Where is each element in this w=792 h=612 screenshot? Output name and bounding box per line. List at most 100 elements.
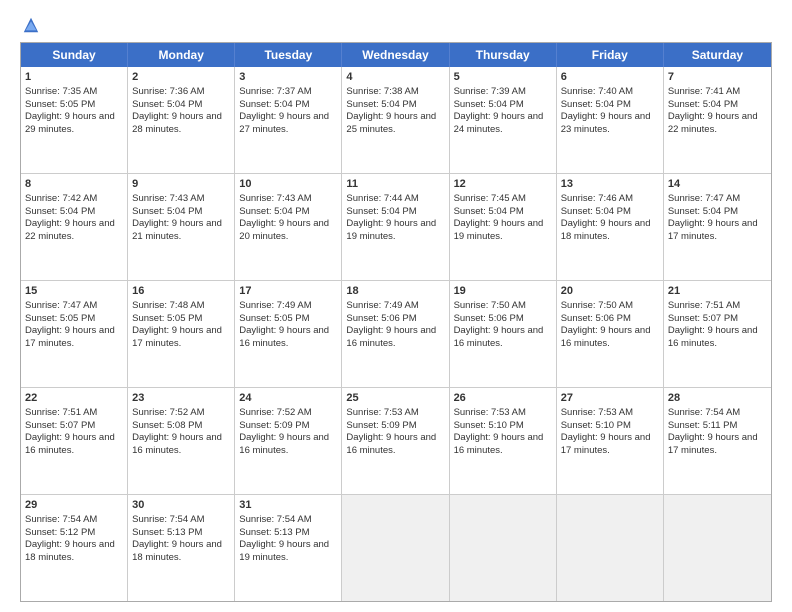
day-cell-28: 28Sunrise: 7:54 AM Sunset: 5:11 PM Dayli… (664, 388, 771, 494)
logo-icon (22, 16, 40, 34)
calendar-header: SundayMondayTuesdayWednesdayThursdayFrid… (21, 43, 771, 67)
day-number: 30 (132, 498, 230, 513)
sun-info: Sunrise: 7:36 AM Sunset: 5:04 PM Dayligh… (132, 86, 222, 135)
sun-info: Sunrise: 7:42 AM Sunset: 5:04 PM Dayligh… (25, 193, 115, 242)
day-cell-12: 12Sunrise: 7:45 AM Sunset: 5:04 PM Dayli… (450, 174, 557, 280)
day-cell-24: 24Sunrise: 7:52 AM Sunset: 5:09 PM Dayli… (235, 388, 342, 494)
day-number: 23 (132, 391, 230, 406)
sun-info: Sunrise: 7:39 AM Sunset: 5:04 PM Dayligh… (454, 86, 544, 135)
header-day-tuesday: Tuesday (235, 43, 342, 67)
page: SundayMondayTuesdayWednesdayThursdayFrid… (0, 0, 792, 612)
calendar-row-2: 8Sunrise: 7:42 AM Sunset: 5:04 PM Daylig… (21, 174, 771, 281)
day-number: 17 (239, 284, 337, 299)
sun-info: Sunrise: 7:49 AM Sunset: 5:06 PM Dayligh… (346, 300, 436, 349)
day-number: 15 (25, 284, 123, 299)
day-number: 9 (132, 177, 230, 192)
calendar-row-1: 1Sunrise: 7:35 AM Sunset: 5:05 PM Daylig… (21, 67, 771, 174)
header-day-friday: Friday (557, 43, 664, 67)
header-day-saturday: Saturday (664, 43, 771, 67)
sun-info: Sunrise: 7:54 AM Sunset: 5:12 PM Dayligh… (25, 514, 115, 563)
calendar: SundayMondayTuesdayWednesdayThursdayFrid… (21, 43, 771, 601)
sun-info: Sunrise: 7:50 AM Sunset: 5:06 PM Dayligh… (454, 300, 544, 349)
sun-info: Sunrise: 7:54 AM Sunset: 5:11 PM Dayligh… (668, 407, 758, 456)
calendar-row-5: 29Sunrise: 7:54 AM Sunset: 5:12 PM Dayli… (21, 495, 771, 601)
sun-info: Sunrise: 7:38 AM Sunset: 5:04 PM Dayligh… (346, 86, 436, 135)
sun-info: Sunrise: 7:51 AM Sunset: 5:07 PM Dayligh… (668, 300, 758, 349)
day-number: 14 (668, 177, 767, 192)
sun-info: Sunrise: 7:43 AM Sunset: 5:04 PM Dayligh… (132, 193, 222, 242)
day-number: 6 (561, 70, 659, 85)
day-cell-15: 15Sunrise: 7:47 AM Sunset: 5:05 PM Dayli… (21, 281, 128, 387)
sun-info: Sunrise: 7:37 AM Sunset: 5:04 PM Dayligh… (239, 86, 329, 135)
header (20, 16, 772, 34)
sun-info: Sunrise: 7:53 AM Sunset: 5:10 PM Dayligh… (454, 407, 544, 456)
day-cell-29: 29Sunrise: 7:54 AM Sunset: 5:12 PM Dayli… (21, 495, 128, 601)
day-cell-3: 3Sunrise: 7:37 AM Sunset: 5:04 PM Daylig… (235, 67, 342, 173)
sun-info: Sunrise: 7:49 AM Sunset: 5:05 PM Dayligh… (239, 300, 329, 349)
day-cell-8: 8Sunrise: 7:42 AM Sunset: 5:04 PM Daylig… (21, 174, 128, 280)
day-cell-22: 22Sunrise: 7:51 AM Sunset: 5:07 PM Dayli… (21, 388, 128, 494)
sun-info: Sunrise: 7:46 AM Sunset: 5:04 PM Dayligh… (561, 193, 651, 242)
empty-cell (557, 495, 664, 601)
day-cell-1: 1Sunrise: 7:35 AM Sunset: 5:05 PM Daylig… (21, 67, 128, 173)
day-cell-31: 31Sunrise: 7:54 AM Sunset: 5:13 PM Dayli… (235, 495, 342, 601)
day-number: 22 (25, 391, 123, 406)
day-number: 21 (668, 284, 767, 299)
day-cell-25: 25Sunrise: 7:53 AM Sunset: 5:09 PM Dayli… (342, 388, 449, 494)
calendar-body: 1Sunrise: 7:35 AM Sunset: 5:05 PM Daylig… (21, 67, 771, 601)
day-number: 26 (454, 391, 552, 406)
day-cell-11: 11Sunrise: 7:44 AM Sunset: 5:04 PM Dayli… (342, 174, 449, 280)
sun-info: Sunrise: 7:52 AM Sunset: 5:08 PM Dayligh… (132, 407, 222, 456)
sun-info: Sunrise: 7:41 AM Sunset: 5:04 PM Dayligh… (668, 86, 758, 135)
day-cell-27: 27Sunrise: 7:53 AM Sunset: 5:10 PM Dayli… (557, 388, 664, 494)
day-cell-18: 18Sunrise: 7:49 AM Sunset: 5:06 PM Dayli… (342, 281, 449, 387)
day-number: 11 (346, 177, 444, 192)
sun-info: Sunrise: 7:51 AM Sunset: 5:07 PM Dayligh… (25, 407, 115, 456)
day-number: 28 (668, 391, 767, 406)
day-cell-21: 21Sunrise: 7:51 AM Sunset: 5:07 PM Dayli… (664, 281, 771, 387)
day-number: 2 (132, 70, 230, 85)
header-day-thursday: Thursday (450, 43, 557, 67)
day-number: 18 (346, 284, 444, 299)
day-number: 20 (561, 284, 659, 299)
header-day-monday: Monday (128, 43, 235, 67)
sun-info: Sunrise: 7:48 AM Sunset: 5:05 PM Dayligh… (132, 300, 222, 349)
sun-info: Sunrise: 7:40 AM Sunset: 5:04 PM Dayligh… (561, 86, 651, 135)
day-cell-26: 26Sunrise: 7:53 AM Sunset: 5:10 PM Dayli… (450, 388, 557, 494)
day-cell-30: 30Sunrise: 7:54 AM Sunset: 5:13 PM Dayli… (128, 495, 235, 601)
day-cell-19: 19Sunrise: 7:50 AM Sunset: 5:06 PM Dayli… (450, 281, 557, 387)
day-number: 12 (454, 177, 552, 192)
sun-info: Sunrise: 7:35 AM Sunset: 5:05 PM Dayligh… (25, 86, 115, 135)
day-cell-13: 13Sunrise: 7:46 AM Sunset: 5:04 PM Dayli… (557, 174, 664, 280)
sun-info: Sunrise: 7:47 AM Sunset: 5:04 PM Dayligh… (668, 193, 758, 242)
day-number: 8 (25, 177, 123, 192)
day-number: 3 (239, 70, 337, 85)
sun-info: Sunrise: 7:50 AM Sunset: 5:06 PM Dayligh… (561, 300, 651, 349)
calendar-row-4: 22Sunrise: 7:51 AM Sunset: 5:07 PM Dayli… (21, 388, 771, 495)
empty-cell (664, 495, 771, 601)
day-number: 31 (239, 498, 337, 513)
logo (20, 16, 40, 34)
day-number: 25 (346, 391, 444, 406)
empty-cell (342, 495, 449, 601)
day-cell-10: 10Sunrise: 7:43 AM Sunset: 5:04 PM Dayli… (235, 174, 342, 280)
day-cell-6: 6Sunrise: 7:40 AM Sunset: 5:04 PM Daylig… (557, 67, 664, 173)
empty-cell (450, 495, 557, 601)
calendar-row-3: 15Sunrise: 7:47 AM Sunset: 5:05 PM Dayli… (21, 281, 771, 388)
day-cell-9: 9Sunrise: 7:43 AM Sunset: 5:04 PM Daylig… (128, 174, 235, 280)
day-number: 24 (239, 391, 337, 406)
day-number: 1 (25, 70, 123, 85)
day-number: 19 (454, 284, 552, 299)
sun-info: Sunrise: 7:45 AM Sunset: 5:04 PM Dayligh… (454, 193, 544, 242)
day-number: 16 (132, 284, 230, 299)
sun-info: Sunrise: 7:53 AM Sunset: 5:10 PM Dayligh… (561, 407, 651, 456)
day-cell-5: 5Sunrise: 7:39 AM Sunset: 5:04 PM Daylig… (450, 67, 557, 173)
calendar-container: SundayMondayTuesdayWednesdayThursdayFrid… (20, 42, 772, 602)
day-cell-23: 23Sunrise: 7:52 AM Sunset: 5:08 PM Dayli… (128, 388, 235, 494)
day-number: 27 (561, 391, 659, 406)
sun-info: Sunrise: 7:52 AM Sunset: 5:09 PM Dayligh… (239, 407, 329, 456)
header-day-sunday: Sunday (21, 43, 128, 67)
sun-info: Sunrise: 7:47 AM Sunset: 5:05 PM Dayligh… (25, 300, 115, 349)
day-cell-16: 16Sunrise: 7:48 AM Sunset: 5:05 PM Dayli… (128, 281, 235, 387)
day-cell-17: 17Sunrise: 7:49 AM Sunset: 5:05 PM Dayli… (235, 281, 342, 387)
